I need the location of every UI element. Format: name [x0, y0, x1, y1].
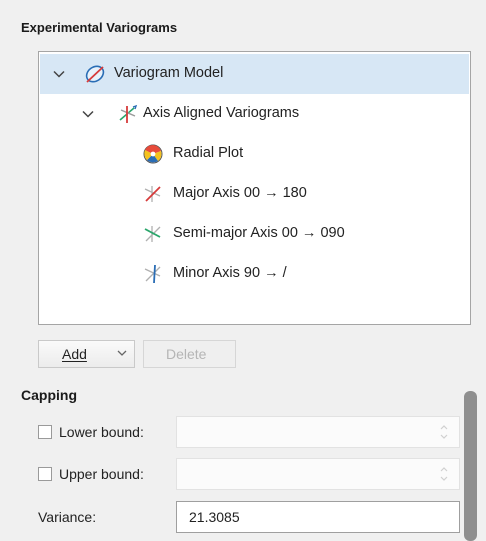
tree-item-label: Major Axis 00 → 180	[173, 185, 307, 201]
capping-title: Capping	[21, 387, 77, 403]
axis-aligned-variograms-icon	[119, 104, 138, 123]
tree-item-label: Axis Aligned Variograms	[143, 105, 300, 121]
chevron-down-icon[interactable]	[52, 67, 66, 81]
major-axis-icon	[144, 186, 161, 202]
upper-bound-label: Upper bound:	[59, 466, 144, 482]
minor-axis-icon	[144, 264, 161, 284]
lower-bound-checkbox[interactable]	[38, 425, 52, 439]
variance-row: Variance:	[38, 501, 96, 533]
variance-value: 21.3085	[189, 509, 240, 525]
vertical-scrollbar[interactable]	[464, 391, 477, 541]
upper-bound-field[interactable]	[176, 458, 460, 490]
spinner-icon[interactable]	[439, 423, 449, 441]
variogram-model-icon	[85, 65, 105, 83]
add-button-label: Add	[62, 346, 87, 362]
variance-field[interactable]: 21.3085	[176, 501, 460, 533]
spinner-icon[interactable]	[439, 465, 449, 483]
add-button[interactable]: Add	[38, 340, 135, 368]
tree-item-label: Variogram Model	[114, 65, 224, 81]
tree-item-label: Radial Plot	[173, 145, 244, 161]
tree-item-variogram-model[interactable]: Variogram Model	[40, 54, 469, 94]
tree-item-label: Semi-major Axis 00 → 090	[173, 225, 345, 241]
upper-bound-row: Upper bound:	[38, 458, 144, 490]
chevron-down-icon[interactable]	[116, 347, 128, 359]
variance-label: Variance:	[38, 509, 97, 525]
chevron-down-icon[interactable]	[81, 107, 95, 121]
semi-major-axis-icon	[144, 226, 161, 242]
lower-bound-field[interactable]	[176, 416, 460, 448]
variogram-panel: { "section": { "title": "Experimental Va…	[0, 0, 486, 541]
scrollbar-thumb[interactable]	[464, 391, 477, 541]
tree-item-radial-plot[interactable]: Radial Plot	[40, 134, 469, 174]
variogram-tree[interactable]: Variogram Model Axis Aligned Variograms	[38, 51, 471, 325]
section-title: Experimental Variograms	[21, 20, 178, 35]
lower-bound-label: Lower bound:	[59, 424, 144, 440]
radial-plot-icon	[143, 144, 163, 164]
tree-item-major-axis[interactable]: Major Axis 00 → 180	[40, 174, 469, 214]
delete-button-label: Delete	[166, 346, 207, 362]
upper-bound-checkbox[interactable]	[38, 467, 52, 481]
tree-item-axis-aligned-variograms[interactable]: Axis Aligned Variograms	[40, 94, 469, 134]
tree-item-minor-axis[interactable]: Minor Axis 90 → /	[40, 254, 469, 294]
tree-item-semi-major-axis[interactable]: Semi-major Axis 00 → 090	[40, 214, 469, 254]
delete-button[interactable]: Delete	[143, 340, 236, 368]
lower-bound-row: Lower bound:	[38, 416, 144, 448]
tree-item-label: Minor Axis 90 → /	[173, 265, 287, 281]
